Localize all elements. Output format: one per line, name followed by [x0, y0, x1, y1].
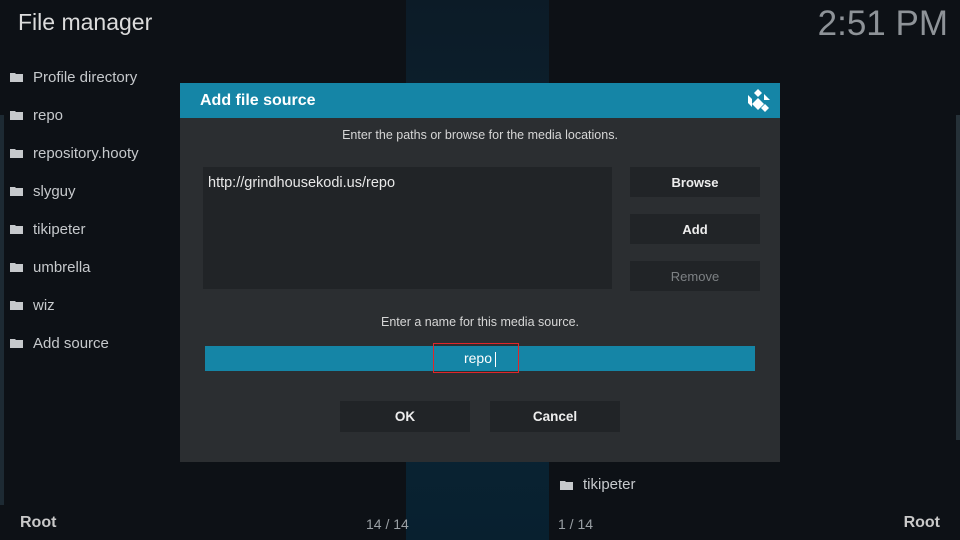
sidebar-item-label: Add source: [33, 334, 109, 352]
sidebar-list: Profile directory repo repository.hooty …: [10, 58, 139, 362]
page-title: File manager: [18, 9, 153, 35]
sidebar-item-slyguy[interactable]: slyguy: [10, 172, 139, 210]
paths-instructions: Enter the paths or browse for the media …: [342, 128, 618, 142]
right-list-item-label: tikipeter: [583, 476, 636, 493]
sidebar-item-label: tikipeter: [33, 220, 86, 238]
dialog-title: Add file source: [200, 91, 316, 109]
highlight-annotation: [433, 343, 519, 373]
left-item-counter: 14 / 14: [366, 516, 409, 532]
dialog-header: Add file source: [180, 83, 780, 118]
left-scrollbar[interactable]: [0, 115, 4, 505]
right-list-item-tikipeter[interactable]: tikipeter: [560, 476, 636, 493]
sidebar-item-label: repo: [33, 106, 64, 124]
footer-left-path: Root: [20, 514, 57, 531]
footer-right-path: Root: [903, 514, 940, 531]
path-entry[interactable]: http://grindhousekodi.us/repo: [208, 175, 395, 191]
folder-icon: [10, 262, 23, 272]
sidebar-item-label: wiz: [33, 296, 55, 314]
sidebar-item-wiz[interactable]: wiz: [10, 286, 139, 324]
folder-icon: [10, 224, 23, 234]
ok-button[interactable]: OK: [340, 401, 470, 432]
sidebar-item-tikipeter[interactable]: tikipeter: [10, 210, 139, 248]
folder-icon: [10, 186, 23, 196]
folder-icon: [10, 148, 23, 158]
sidebar-item-repo[interactable]: repo: [10, 96, 139, 134]
sidebar-item-profile-directory[interactable]: Profile directory: [10, 58, 139, 96]
right-scrollbar[interactable]: [956, 115, 960, 440]
folder-icon: [560, 480, 573, 490]
sidebar-item-add-source[interactable]: Add source: [10, 324, 139, 362]
kodi-logo-icon: [745, 88, 771, 114]
folder-icon: [10, 110, 23, 120]
add-file-source-dialog: Add file source Enter the paths or brows…: [180, 83, 780, 462]
add-button[interactable]: Add: [630, 214, 760, 244]
paths-list[interactable]: http://grindhousekodi.us/repo: [203, 167, 612, 289]
name-instructions: Enter a name for this media source.: [380, 315, 579, 329]
clock: 2:51 PM: [817, 4, 948, 43]
browse-button[interactable]: Browse: [630, 167, 760, 197]
sidebar-item-umbrella[interactable]: umbrella: [10, 248, 139, 286]
sidebar-item-repository-hooty[interactable]: repository.hooty: [10, 134, 139, 172]
folder-icon: [10, 72, 23, 82]
sidebar-item-label: repository.hooty: [33, 144, 139, 162]
folder-icon: [10, 338, 23, 348]
right-item-counter: 1 / 14: [558, 516, 594, 532]
sidebar-item-label: umbrella: [33, 258, 91, 276]
cancel-button[interactable]: Cancel: [490, 401, 620, 432]
remove-button[interactable]: Remove: [630, 261, 760, 291]
sidebar-item-label: Profile directory: [33, 68, 138, 86]
sidebar-item-label: slyguy: [33, 182, 76, 200]
folder-icon: [10, 300, 23, 310]
